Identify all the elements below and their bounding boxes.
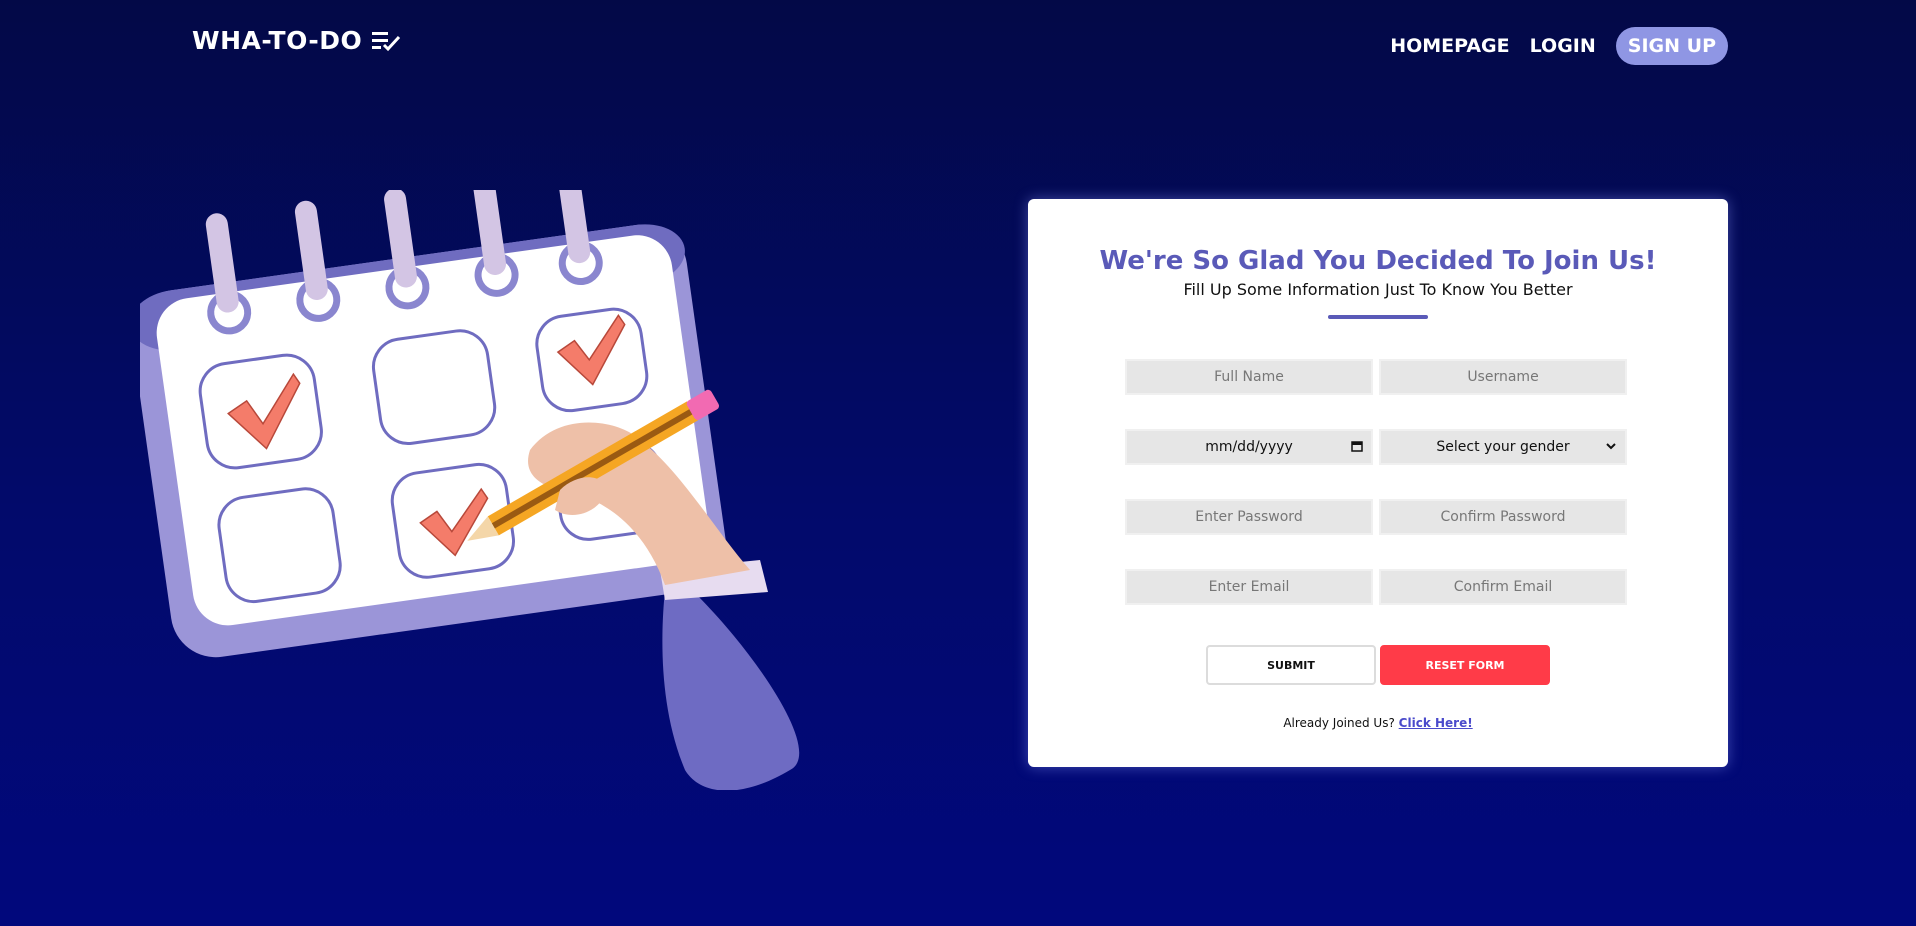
already-joined: Already Joined Us? Click Here!	[1028, 716, 1728, 730]
reset-form-button[interactable]: RESET FORM	[1380, 645, 1550, 685]
nav-signup-button[interactable]: SIGN UP	[1615, 27, 1728, 65]
checklist-icon	[372, 31, 401, 51]
form-subtitle: Fill Up Some Information Just To Know Yo…	[1183, 280, 1573, 299]
form-actions: SUBMIT RESET FORM	[1206, 645, 1550, 685]
confirm-email-input[interactable]: Confirm Email	[1379, 569, 1627, 605]
email-input[interactable]: Enter Email	[1125, 569, 1373, 605]
click-here-link[interactable]: Click Here!	[1399, 716, 1473, 730]
dob-placeholder: mm/dd/yyyy	[1205, 439, 1293, 455]
fullname-input[interactable]: Full Name	[1125, 359, 1373, 395]
dob-input[interactable]: mm/dd/yyyy	[1125, 429, 1373, 465]
signup-fields: Full Name Username mm/dd/yyyy Select you…	[1125, 359, 1631, 639]
chevron-down-icon	[1606, 443, 1616, 450]
form-title: We're So Glad You Decided To Join Us!	[1099, 246, 1657, 276]
password-input[interactable]: Enter Password	[1125, 499, 1373, 535]
username-input[interactable]: Username	[1379, 359, 1627, 395]
submit-button[interactable]: SUBMIT	[1206, 645, 1376, 685]
title-divider	[1328, 315, 1428, 319]
nav-homepage[interactable]: HOMEPAGE	[1390, 35, 1509, 57]
brand[interactable]: WHA-TO-DO	[192, 26, 402, 55]
nav-login[interactable]: LOGIN	[1530, 35, 1596, 57]
calendar-illustration	[140, 190, 800, 790]
already-text: Already Joined Us?	[1283, 716, 1395, 730]
signup-card: We're So Glad You Decided To Join Us! Fi…	[1028, 199, 1728, 767]
gender-select[interactable]: Select your gender	[1379, 429, 1627, 465]
calendar-icon[interactable]	[1351, 440, 1363, 452]
brand-title: WHA-TO-DO	[192, 26, 363, 55]
top-nav: HOMEPAGE LOGIN SIGN UP	[1390, 27, 1728, 65]
confirm-password-input[interactable]: Confirm Password	[1379, 499, 1627, 535]
gender-selected: Select your gender	[1436, 439, 1570, 455]
